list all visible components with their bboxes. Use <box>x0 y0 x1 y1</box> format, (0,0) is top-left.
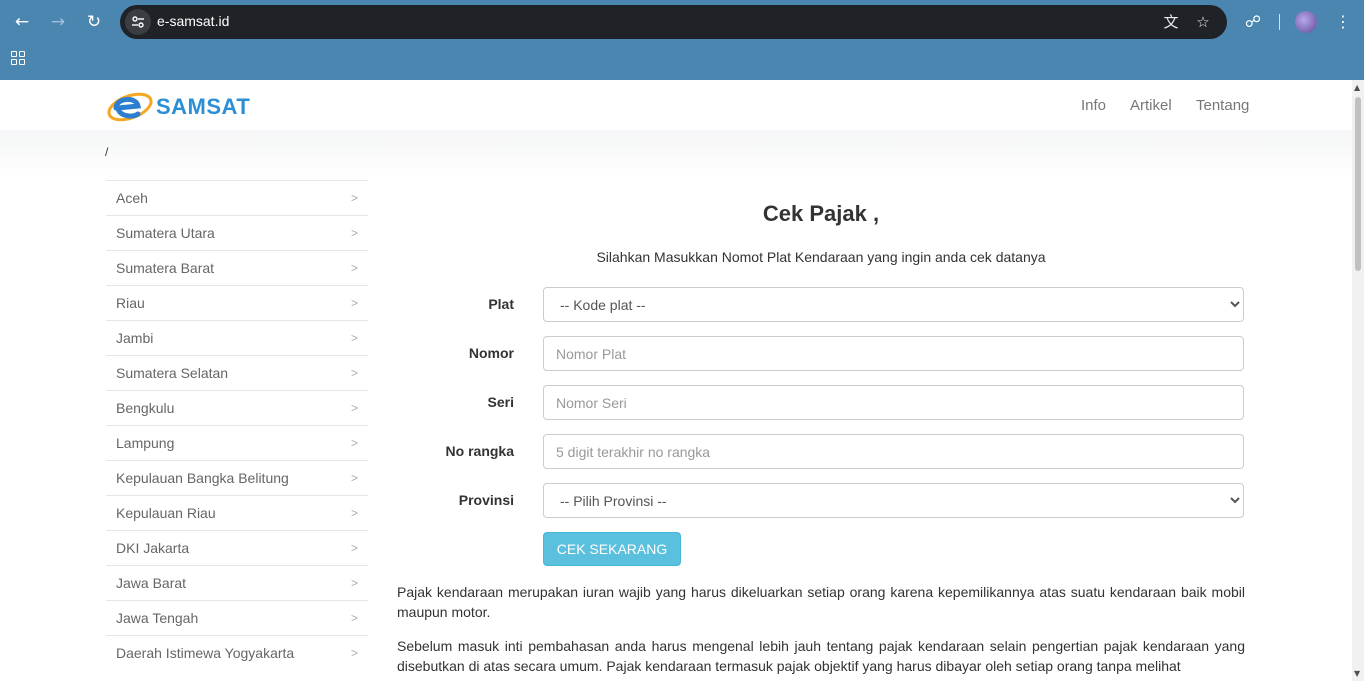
nomor-label: Nomor <box>468 345 514 361</box>
chevron-right-icon: > <box>350 331 358 345</box>
back-icon[interactable]: ← <box>9 9 35 35</box>
sidebar-item-jambi[interactable]: Jambi > <box>106 320 368 355</box>
chevron-right-icon: > <box>350 471 358 485</box>
menu-icon[interactable]: ⋮ <box>1330 9 1356 35</box>
nomor-seri-input[interactable] <box>543 385 1244 420</box>
chevron-right-icon: > <box>350 611 358 625</box>
sidebar-item-yogyakarta[interactable]: Daerah Istimewa Yogyakarta > <box>106 635 368 670</box>
breadcrumb-bar: / <box>0 130 1352 180</box>
chevron-right-icon: > <box>350 366 358 380</box>
sidebar-item-sumatera-barat[interactable]: Sumatera Barat > <box>106 250 368 285</box>
sidebar-item-bengkulu[interactable]: Bengkulu > <box>106 390 368 425</box>
extensions-icon[interactable]: ☍ <box>1240 9 1266 35</box>
translate-icon[interactable]: 文 <box>1160 11 1182 33</box>
forward-icon[interactable]: → <box>45 9 71 35</box>
logo-e-icon <box>107 92 153 122</box>
profile-avatar[interactable] <box>1295 11 1317 33</box>
browser-toolbar: ← → ↻ e-samsat.id 文 ☆ ☍ ⋮ <box>0 0 1364 80</box>
scroll-up-icon[interactable]: ▲ <box>1354 83 1360 92</box>
sidebar-item-aceh[interactable]: Aceh > <box>106 180 368 215</box>
sidebar-item-label: Riau <box>116 295 145 311</box>
nav-info-link[interactable]: Info <box>1081 97 1106 114</box>
no-rangka-input[interactable] <box>543 434 1244 469</box>
sidebar-item-label: Sumatera Utara <box>116 225 215 241</box>
site-info-icon[interactable] <box>125 9 151 35</box>
rangka-label: No rangka <box>445 443 514 459</box>
sidebar-item-kepulauan-riau[interactable]: Kepulauan Riau > <box>106 495 368 530</box>
chevron-right-icon: > <box>350 646 358 660</box>
sidebar-item-label: Sumatera Barat <box>116 260 215 276</box>
page-subtitle: Silahkan Masukkan Nomot Plat Kendaraan y… <box>596 249 1046 265</box>
logo-text: SAMSAT <box>156 94 251 119</box>
sidebar-item-label: Jambi <box>116 330 154 346</box>
seri-label: Seri <box>487 394 514 410</box>
site-header: SAMSAT Info Artikel Tentang <box>0 80 1352 130</box>
page-scrollbar[interactable]: ▲ ▼ <box>1352 80 1364 681</box>
provinsi-select[interactable]: -- Pilih Provinsi -- <box>543 483 1244 518</box>
scroll-down-icon[interactable]: ▼ <box>1354 669 1360 678</box>
nav-artikel-link[interactable]: Artikel <box>1130 97 1172 114</box>
sidebar-item-label: Aceh <box>116 190 148 206</box>
province-sidebar: Aceh > Sumatera Utara > Sumatera Barat > Ri… <box>106 180 368 670</box>
sidebar-item-label: Kepulauan Bangka Belitung <box>116 470 289 486</box>
sidebar-item-dki-jakarta[interactable]: DKI Jakarta > <box>106 530 368 565</box>
bookmark-star-icon[interactable]: ☆ <box>1192 11 1214 33</box>
intro-paragraph: Pajak kendaraan merupakan iuran wajib ya… <box>397 584 1245 620</box>
breadcrumb[interactable]: / <box>105 145 108 159</box>
plat-select[interactable]: -- Kode plat -- <box>543 287 1244 322</box>
nav-tentang-link[interactable]: Tentang <box>1196 97 1249 114</box>
sidebar-item-sumatera-selatan[interactable]: Sumatera Selatan > <box>106 355 368 390</box>
sidebar-item-label: Jawa Tengah <box>116 610 199 626</box>
scroll-thumb[interactable] <box>1355 97 1361 271</box>
page-title: Cek Pajak , <box>762 201 880 226</box>
sidebar-item-lampung[interactable]: Lampung > <box>106 425 368 460</box>
sidebar-item-jawa-tengah[interactable]: Jawa Tengah > <box>106 600 368 635</box>
chevron-right-icon: > <box>350 296 358 310</box>
sidebar-item-sumatera-utara[interactable]: Sumatera Utara > <box>106 215 368 250</box>
sidebar-item-label: Lampung <box>116 435 175 451</box>
chevron-right-icon: > <box>350 436 358 450</box>
sidebar-item-label: Daerah Istimewa Yogyakarta <box>116 645 295 661</box>
sidebar-item-riau[interactable]: Riau > <box>106 285 368 320</box>
sidebar-item-label: Bengkulu <box>116 400 175 416</box>
chevron-right-icon: > <box>350 401 358 415</box>
cek-sekarang-button[interactable]: CEK SEKARANG <box>543 532 681 566</box>
sidebar-item-label: DKI Jakarta <box>116 540 190 556</box>
detail-paragraph: Sebelum masuk inti pembahasan anda harus… <box>397 638 1245 674</box>
chevron-right-icon: > <box>350 576 358 590</box>
apps-grid-icon[interactable] <box>11 51 27 67</box>
sidebar-item-jawa-barat[interactable]: Jawa Barat > <box>106 565 368 600</box>
web-page: SAMSAT Info Artikel Tentang / Aceh > Suma… <box>0 80 1352 681</box>
chevron-right-icon: > <box>350 226 358 240</box>
address-bar[interactable]: e-samsat.id 文 ☆ <box>120 5 1227 39</box>
sidebar-item-label: Kepulauan Riau <box>116 505 216 521</box>
url-text[interactable]: e-samsat.id <box>157 13 229 29</box>
chevron-right-icon: > <box>350 261 358 275</box>
provinsi-label: Provinsi <box>458 492 514 508</box>
nomor-plat-input[interactable] <box>543 336 1244 371</box>
plat-label: Plat <box>488 296 514 312</box>
sidebar-item-label: Sumatera Selatan <box>116 365 229 381</box>
sidebar-item-label: Jawa Barat <box>116 575 187 591</box>
reload-icon[interactable]: ↻ <box>81 9 107 35</box>
toolbar-divider <box>1279 14 1280 30</box>
site-logo[interactable]: SAMSAT <box>106 84 250 128</box>
sidebar-item-bangka-belitung[interactable]: Kepulauan Bangka Belitung > <box>106 460 368 495</box>
chevron-right-icon: > <box>350 506 358 520</box>
chevron-right-icon: > <box>350 541 358 555</box>
chevron-right-icon: > <box>350 191 358 205</box>
